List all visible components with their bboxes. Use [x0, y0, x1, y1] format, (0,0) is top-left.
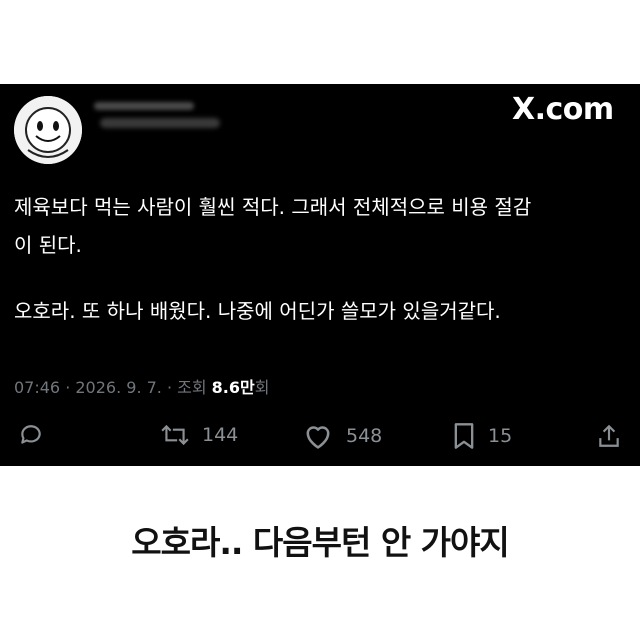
post-text-paragraph-1: 제육보다 먹는 사람이 훨씬 적다. 그래서 전체적으로 비용 절감 이 된다.: [14, 195, 532, 257]
bookmark-button[interactable]: 15: [452, 422, 512, 450]
x-logo: X.com: [512, 92, 614, 127]
post-meta: 07:46 · 2026. 9. 7. · 조회 8.6만회: [14, 374, 269, 398]
action-bar: 144 548 15: [0, 422, 640, 456]
caption-text: 오호라.. 다음부턴 안 가야지: [131, 523, 510, 562]
view-count: 8.6만: [211, 378, 255, 397]
share-button[interactable]: [596, 422, 622, 450]
retweet-icon: [161, 424, 189, 446]
avatar[interactable]: [14, 96, 82, 164]
post-text-paragraph-2: 오호라. 또 하나 배웠다. 나중에 어딘가 쓸모가 있을거같다.: [14, 299, 501, 323]
retweet-count: 144: [202, 424, 239, 446]
reply-icon: [21, 425, 41, 444]
share-icon: [599, 424, 619, 447]
tweet-card: X.com 제육보다 먹는 사람이 훨씬 적다. 그래서 전체적으로 비용 절감…: [0, 84, 640, 466]
blurred-username: [94, 102, 194, 110]
reply-button[interactable]: [18, 422, 44, 448]
bookmark-icon: [454, 423, 474, 449]
bookmark-count: 15: [488, 425, 513, 447]
heart-icon: [306, 426, 330, 449]
retweet-button[interactable]: 144: [160, 422, 238, 448]
view-suffix: 회: [254, 378, 270, 397]
like-count: 548: [346, 425, 383, 447]
like-button[interactable]: 548: [302, 422, 382, 450]
timestamp-text: 07:46 · 2026. 9. 7. · 조회: [14, 378, 212, 397]
blurred-handle: [100, 118, 220, 128]
